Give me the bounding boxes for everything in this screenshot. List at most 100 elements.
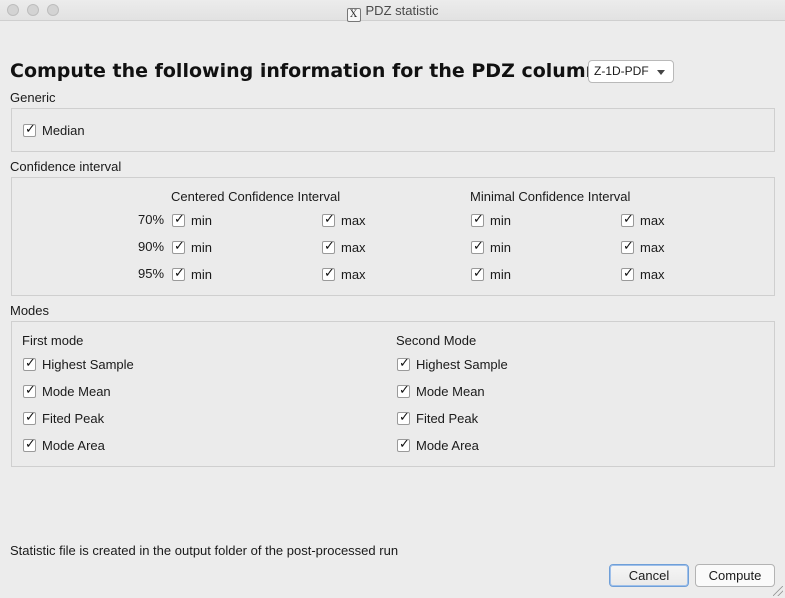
min-label: min bbox=[490, 266, 511, 282]
max-label: max bbox=[640, 266, 665, 282]
checkmark-icon: ✓ bbox=[473, 211, 484, 227]
mode-item-label: Fited Peak bbox=[416, 410, 479, 426]
centered-70-min-checkbox[interactable]: ✓ min bbox=[172, 212, 212, 228]
min-label: min bbox=[191, 212, 212, 228]
chevron-down-icon bbox=[657, 70, 665, 75]
first-mode-mean-checkbox[interactable]: ✓ Mode Mean bbox=[23, 383, 111, 399]
checkbox-box: ✓ bbox=[621, 239, 634, 254]
checkmark-icon: ✓ bbox=[399, 355, 410, 371]
checkmark-icon: ✓ bbox=[473, 238, 484, 254]
checkbox-box: ✓ bbox=[23, 121, 36, 137]
checkmark-icon: ✓ bbox=[399, 409, 410, 425]
compute-button[interactable]: Compute bbox=[695, 564, 775, 587]
checkbox-box: ✓ bbox=[397, 409, 410, 425]
cancel-button[interactable]: Cancel bbox=[609, 564, 689, 587]
max-label: max bbox=[341, 239, 366, 255]
minimal-95-min-checkbox[interactable]: ✓ min bbox=[471, 266, 511, 282]
checkmark-icon: ✓ bbox=[25, 121, 36, 137]
second-mode-mean-checkbox[interactable]: ✓ Mode Mean bbox=[397, 383, 485, 399]
checkbox-box: ✓ bbox=[322, 211, 335, 227]
min-label: min bbox=[490, 212, 511, 228]
max-label: max bbox=[640, 239, 665, 255]
confidence-group: Centered Confidence Interval Minimal Con… bbox=[11, 177, 775, 296]
ci-level-95: 95% bbox=[138, 266, 165, 281]
checkmark-icon: ✓ bbox=[324, 265, 335, 281]
modes-group: First mode Second Mode ✓ Highest Sample ✓… bbox=[11, 321, 775, 467]
checkbox-box: ✓ bbox=[471, 211, 484, 227]
modes-section-label: Modes bbox=[10, 303, 50, 318]
centered-95-min-checkbox[interactable]: ✓ min bbox=[172, 266, 212, 282]
minimal-70-min-checkbox[interactable]: ✓ min bbox=[471, 212, 511, 228]
mode-item-label: Fited Peak bbox=[42, 410, 105, 426]
window-title-wrap: X PDZ statistic bbox=[0, 3, 785, 22]
minimal-95-max-checkbox[interactable]: ✓ max bbox=[621, 266, 665, 282]
centered-95-max-checkbox[interactable]: ✓ max bbox=[322, 266, 366, 282]
centered-90-min-checkbox[interactable]: ✓ min bbox=[172, 239, 212, 255]
max-label: max bbox=[341, 266, 366, 282]
checkmark-icon: ✓ bbox=[174, 265, 185, 281]
checkbox-box: ✓ bbox=[397, 383, 410, 398]
checkbox-box: ✓ bbox=[621, 212, 634, 227]
statistic-file-info: Statistic file is created in the output … bbox=[10, 543, 399, 558]
centered-ci-title: Centered Confidence Interval bbox=[171, 189, 341, 204]
checkbox-box: ✓ bbox=[322, 265, 335, 281]
checkbox-box: ✓ bbox=[322, 238, 335, 254]
x11-app-icon: X bbox=[346, 8, 361, 22]
min-label: min bbox=[490, 239, 511, 255]
checkmark-icon: ✓ bbox=[623, 265, 634, 281]
checkmark-icon: ✓ bbox=[473, 265, 484, 281]
centered-70-max-checkbox[interactable]: ✓ max bbox=[322, 212, 366, 228]
first-mode-title: First mode bbox=[22, 333, 84, 348]
checkbox-box: ✓ bbox=[397, 437, 410, 452]
minimal-90-max-checkbox[interactable]: ✓ max bbox=[621, 239, 665, 255]
second-fited-peak-checkbox[interactable]: ✓ Fited Peak bbox=[397, 410, 478, 426]
minimal-ci-title: Minimal Confidence Interval bbox=[470, 189, 631, 204]
pdz-column-select[interactable]: Z-1D-PDF bbox=[588, 60, 674, 83]
checkbox-box: ✓ bbox=[23, 436, 36, 452]
resize-grip-icon[interactable] bbox=[773, 586, 783, 596]
max-label: max bbox=[640, 212, 665, 228]
checkbox-box: ✓ bbox=[471, 238, 484, 254]
confidence-section-label: Confidence interval bbox=[10, 159, 122, 174]
second-highest-sample-checkbox[interactable]: ✓ Highest Sample bbox=[397, 356, 508, 372]
pdz-column-select-value: Z-1D-PDF bbox=[594, 64, 649, 78]
generic-group: ✓ Median bbox=[11, 108, 775, 152]
max-label: max bbox=[341, 212, 366, 228]
mode-item-label: Highest Sample bbox=[42, 356, 134, 372]
first-fited-peak-checkbox[interactable]: ✓ Fited Peak bbox=[23, 410, 104, 426]
checkbox-box: ✓ bbox=[23, 382, 36, 398]
checkbox-box: ✓ bbox=[172, 211, 185, 227]
minimal-90-min-checkbox[interactable]: ✓ min bbox=[471, 239, 511, 255]
mode-item-label: Mode Area bbox=[42, 437, 105, 453]
first-mode-area-checkbox[interactable]: ✓ Mode Area bbox=[23, 437, 105, 453]
window-title: PDZ statistic bbox=[365, 3, 439, 18]
median-checkbox[interactable]: ✓ Median bbox=[23, 122, 85, 138]
second-mode-title: Second Mode bbox=[396, 333, 477, 348]
mode-item-label: Mode Mean bbox=[42, 383, 111, 399]
mode-item-label: Highest Sample bbox=[416, 356, 508, 372]
checkbox-box: ✓ bbox=[397, 355, 410, 371]
ci-level-70: 70% bbox=[138, 212, 165, 227]
second-mode-area-checkbox[interactable]: ✓ Mode Area bbox=[397, 437, 479, 453]
centered-90-max-checkbox[interactable]: ✓ max bbox=[322, 239, 366, 255]
min-label: min bbox=[191, 266, 212, 282]
checkbox-box: ✓ bbox=[621, 265, 634, 281]
checkmark-icon: ✓ bbox=[25, 409, 36, 425]
title-bar: X PDZ statistic bbox=[0, 0, 785, 22]
mode-item-label: Mode Mean bbox=[416, 383, 485, 399]
checkmark-icon: ✓ bbox=[174, 211, 185, 227]
checkbox-box: ✓ bbox=[471, 265, 484, 281]
minimal-70-max-checkbox[interactable]: ✓ max bbox=[621, 212, 665, 228]
generic-section-label: Generic bbox=[10, 90, 56, 105]
checkbox-box: ✓ bbox=[172, 265, 185, 281]
checkmark-icon: ✓ bbox=[25, 382, 36, 398]
checkmark-icon: ✓ bbox=[25, 355, 36, 371]
checkbox-box: ✓ bbox=[172, 239, 185, 254]
checkmark-icon: ✓ bbox=[324, 211, 335, 227]
page-heading: Compute the following information for th… bbox=[10, 60, 607, 82]
checkbox-box: ✓ bbox=[23, 409, 36, 425]
checkmark-icon: ✓ bbox=[324, 238, 335, 254]
checkmark-icon: ✓ bbox=[25, 436, 36, 452]
first-highest-sample-checkbox[interactable]: ✓ Highest Sample bbox=[23, 356, 134, 372]
mode-item-label: Mode Area bbox=[416, 437, 479, 453]
